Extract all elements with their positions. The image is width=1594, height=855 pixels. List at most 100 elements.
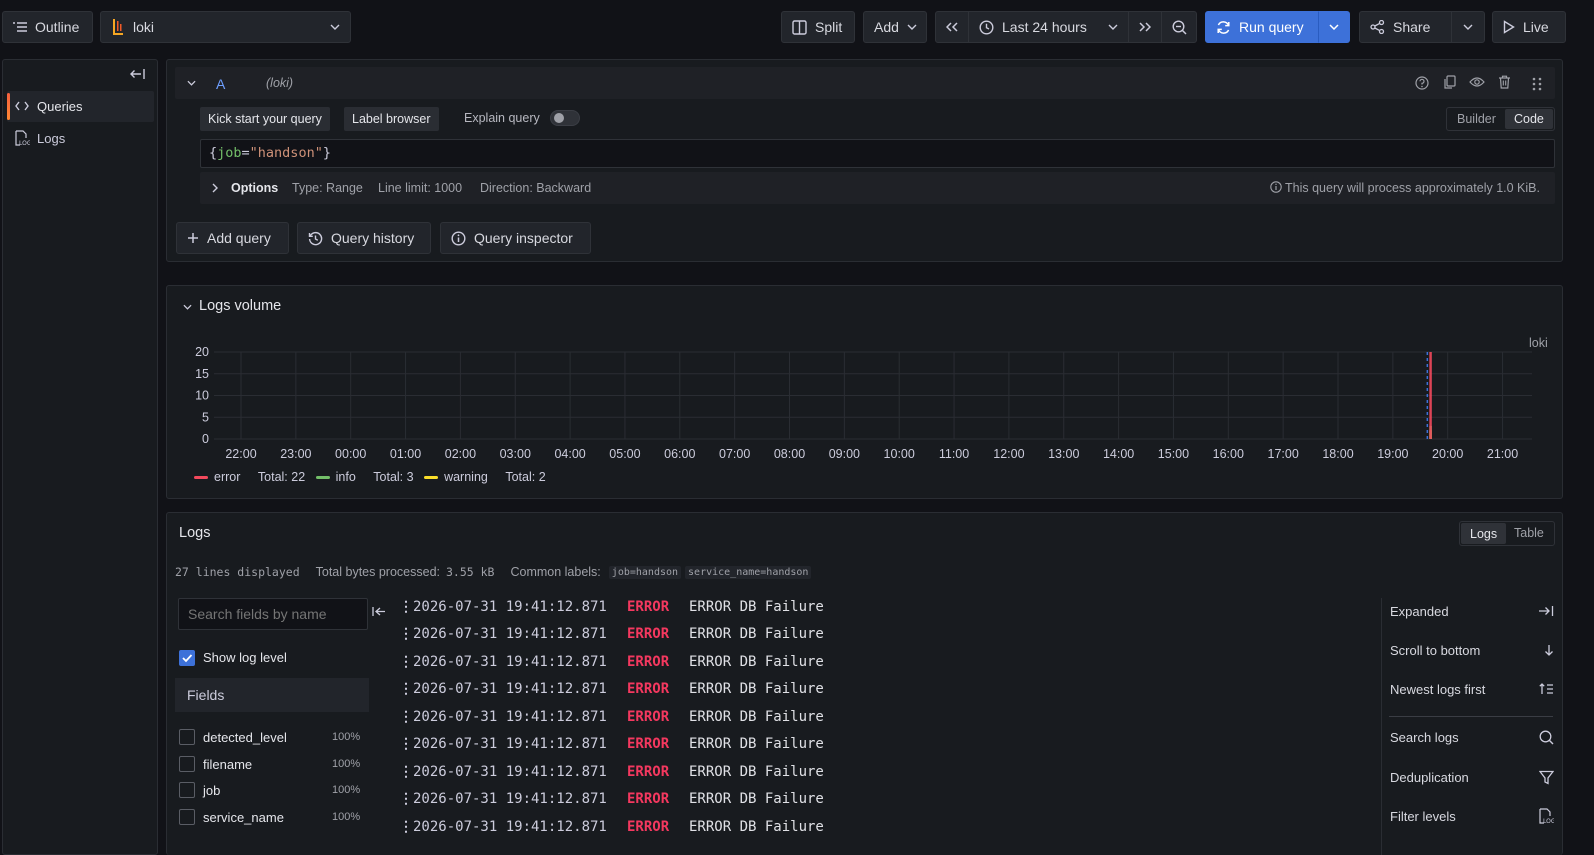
outline-button[interactable]: Outline <box>2 11 93 43</box>
search-icon[interactable] <box>1539 730 1554 745</box>
log-row[interactable]: ⋮ 2026-07-31 19:41:12.871 ERROR ERROR DB Fa… <box>399 593 824 620</box>
chevron-down-icon <box>1463 24 1473 30</box>
query-inspector-button[interactable]: Query inspector <box>440 222 591 254</box>
field-row-service-name[interactable]: service_name 100% <box>179 809 369 827</box>
logs-filter-icon[interactable]: LOG <box>1537 807 1554 825</box>
query-options-row[interactable]: Options Type: Range Line limit: 1000 Dir… <box>200 172 1555 204</box>
log-row[interactable]: ⋮ 2026-07-31 19:41:12.871 ERROR ERROR DB Fa… <box>399 676 824 703</box>
eye-icon[interactable] <box>1469 76 1485 88</box>
log-row[interactable]: ⋮ 2026-07-31 19:41:12.871 ERROR ERROR DB Fa… <box>399 703 824 730</box>
field-row-detected-level[interactable]: detected_level 100% <box>179 729 369 747</box>
logs-option-search-logs[interactable]: Search logs <box>1390 727 1554 747</box>
log-row-menu-icon[interactable]: ⋮ <box>399 654 413 670</box>
log-row[interactable]: ⋮ 2026-07-31 19:41:12.871 ERROR ERROR DB Fa… <box>399 758 824 785</box>
logs-option-deduplication[interactable]: Deduplication <box>1390 767 1554 787</box>
view-logs-label: Logs <box>1470 527 1498 541</box>
drag-handle-icon[interactable] <box>1532 77 1542 91</box>
log-row[interactable]: ⋮ 2026-07-31 19:41:12.871 ERROR ERROR DB Fa… <box>399 648 824 675</box>
view-logs-option[interactable]: Logs <box>1461 523 1506 544</box>
log-row-menu-icon[interactable]: ⋮ <box>399 736 413 752</box>
add-dropdown-button[interactable]: Add <box>863 11 927 43</box>
run-query-options-button[interactable] <box>1318 11 1350 43</box>
log-row-menu-icon[interactable]: ⋮ <box>399 764 413 780</box>
legend-item-error[interactable]: error <box>194 470 240 484</box>
bytes-label: Total bytes processed: <box>315 565 440 579</box>
log-timestamp: 2026-07-31 19:41:12.871 <box>413 791 607 807</box>
x-tick-label: 19:00 <box>1377 447 1408 461</box>
query-history-label: Query history <box>331 230 415 246</box>
arrow-down-icon[interactable] <box>1544 644 1554 656</box>
sidebar-item-queries[interactable]: Queries <box>7 91 154 122</box>
label-browser-button[interactable]: Label browser <box>344 107 439 131</box>
logs-option-expanded[interactable]: Expanded <box>1390 601 1554 621</box>
query-expression-input[interactable]: {job="handson"} <box>200 139 1555 168</box>
show-log-level-checkbox[interactable] <box>179 650 195 666</box>
view-table-option[interactable]: Table <box>1514 526 1544 540</box>
log-row-menu-icon[interactable]: ⋮ <box>399 681 413 697</box>
logs-option-newest-logs-first[interactable]: Newest logs first <box>1390 679 1554 699</box>
add-query-button[interactable]: Add query <box>176 222 289 254</box>
common-labels-label: Common labels: <box>510 565 601 579</box>
explain-query-toggle[interactable] <box>550 110 580 126</box>
legend-item-warning[interactable]: warning <box>424 470 488 484</box>
logs-option-filter-levels[interactable]: Filter levels LOG <box>1390 806 1554 826</box>
field-percentage: 100% <box>332 757 361 770</box>
collapse-fields-icon[interactable] <box>372 606 386 617</box>
code-mode-option[interactable]: Code <box>1505 109 1553 129</box>
legend-label: info <box>335 470 356 484</box>
help-icon[interactable] <box>1415 76 1429 90</box>
x-tick-label: 03:00 <box>500 447 531 461</box>
fields-header-label: Fields <box>187 687 225 703</box>
field-name: service_name <box>203 810 284 826</box>
trash-icon[interactable] <box>1498 75 1511 89</box>
logs-option-scroll-to-bottom[interactable]: Scroll to bottom <box>1390 640 1554 660</box>
query-ref-id[interactable]: A <box>216 76 225 92</box>
log-row[interactable]: ⋮ 2026-07-31 19:41:12.871 ERROR ERROR DB Fa… <box>399 786 824 813</box>
field-checkbox[interactable] <box>179 782 195 799</box>
legend-item-info[interactable]: info <box>315 470 356 484</box>
live-button[interactable]: Live <box>1492 11 1566 43</box>
field-row-job[interactable]: job 100% <box>179 782 369 800</box>
field-checkbox[interactable] <box>179 809 195 826</box>
time-forward-button[interactable] <box>1128 11 1162 43</box>
sidebar-item-label: Queries <box>37 99 83 114</box>
share-options-button[interactable] <box>1451 11 1485 43</box>
query-history-button[interactable]: Query history <box>297 222 431 254</box>
kick-start-query-button[interactable]: Kick start your query <box>200 107 330 131</box>
log-row-menu-icon[interactable]: ⋮ <box>399 709 413 725</box>
field-checkbox[interactable] <box>179 729 195 745</box>
log-row-menu-icon[interactable]: ⋮ <box>399 791 413 807</box>
x-tick-label: 10:00 <box>884 447 915 461</box>
log-row-menu-icon[interactable]: ⋮ <box>399 819 413 835</box>
time-back-button[interactable] <box>935 11 969 43</box>
log-row-menu-icon[interactable]: ⋮ <box>399 599 413 615</box>
datasource-picker[interactable]: loki <box>100 11 351 43</box>
search-fields-input[interactable] <box>178 598 368 630</box>
code-mode-label: Code <box>1514 112 1544 126</box>
log-row[interactable]: ⋮ 2026-07-31 19:41:12.871 ERROR ERROR DB Fa… <box>399 731 824 758</box>
arrow-right-to-line-icon[interactable] <box>1538 605 1554 617</box>
sidebar-item-logs[interactable]: LOG Logs <box>7 123 154 154</box>
chevron-down-icon <box>1108 24 1118 30</box>
share-button[interactable]: Share <box>1359 11 1452 43</box>
x-tick-label: 05:00 <box>609 447 640 461</box>
sort-newest-icon[interactable] <box>1539 683 1554 695</box>
split-button[interactable]: Split <box>781 11 855 43</box>
line-limit: Line limit: 1000 <box>378 181 463 195</box>
duplicate-icon[interactable] <box>1443 75 1456 90</box>
logs-options-separator <box>1389 716 1553 717</box>
x-tick-label: 15:00 <box>1158 447 1189 461</box>
builder-mode-option[interactable]: Builder <box>1457 112 1496 126</box>
run-query-button[interactable]: Run query <box>1205 11 1319 43</box>
log-row[interactable]: ⋮ 2026-07-31 19:41:12.871 ERROR ERROR DB Fa… <box>399 621 824 648</box>
time-range-picker[interactable]: Last 24 hours <box>968 11 1129 43</box>
collapse-sidebar-icon[interactable] <box>129 68 145 80</box>
field-checkbox[interactable] <box>179 755 195 772</box>
zoom-out-button[interactable] <box>1161 11 1197 43</box>
expr-open-brace: { <box>209 145 218 161</box>
log-row[interactable]: ⋮ 2026-07-31 19:41:12.871 ERROR ERROR DB Fa… <box>399 813 824 840</box>
filter-icon[interactable] <box>1539 770 1554 785</box>
collapse-query-chevron-icon[interactable] <box>187 80 196 86</box>
log-row-menu-icon[interactable]: ⋮ <box>399 626 413 642</box>
field-row-filename[interactable]: filename 100% <box>179 755 369 774</box>
